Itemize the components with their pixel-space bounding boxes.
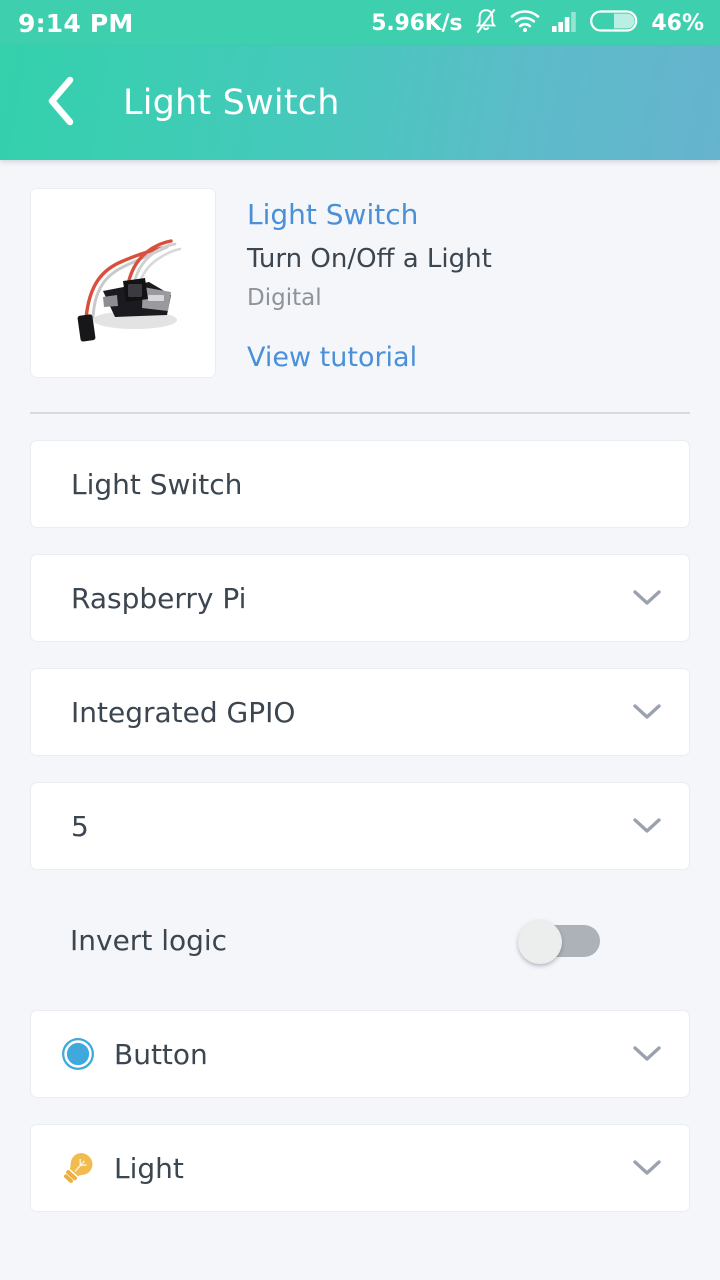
product-thumbnail — [30, 188, 216, 378]
display-icon-select[interactable]: Light — [30, 1124, 690, 1212]
product-name: Light Switch — [247, 198, 419, 231]
chevron-down-icon[interactable] — [627, 1045, 667, 1063]
pin-select[interactable]: 5 — [30, 782, 690, 870]
wifi-icon — [510, 9, 540, 37]
toggle-knob — [518, 920, 562, 964]
display-icon-value: Light — [114, 1151, 184, 1185]
status-time: 9:14 PM — [18, 8, 134, 38]
connection-select-value: Integrated GPIO — [71, 695, 296, 729]
page-content: Light Switch Turn On/Off a Light Digital… — [0, 160, 720, 1280]
button-circle-icon — [56, 1036, 100, 1072]
product-signal-type: Digital — [247, 285, 322, 312]
board-select-value: Raspberry Pi — [71, 581, 247, 615]
usb-relay-switch-module-photo — [31, 189, 215, 377]
back-button[interactable] — [32, 74, 90, 132]
view-tutorial-link[interactable]: View tutorial — [247, 342, 417, 373]
battery-icon — [590, 8, 638, 38]
device-name-value: Light Switch — [71, 467, 243, 501]
configuration-form: Light Switch Raspberry Pi Integrated GPI… — [0, 414, 720, 1212]
control-type-value: Button — [114, 1037, 208, 1071]
product-text-block: Light Switch Turn On/Off a Light Digital… — [216, 188, 690, 378]
invert-logic-row: Invert logic — [30, 896, 690, 984]
cellular-signal-icon — [551, 9, 579, 37]
lightbulb-icon — [56, 1148, 100, 1188]
page-title: Light Switch — [123, 83, 340, 123]
product-info-section: Light Switch Turn On/Off a Light Digital… — [0, 160, 720, 378]
chevron-down-icon[interactable] — [627, 703, 667, 721]
status-icons-group: 5.96K/s 46% — [371, 7, 704, 39]
status-bar: 9:14 PM 5.96K/s 46% — [0, 0, 720, 46]
network-speed-label: 5.96K/s — [371, 10, 463, 36]
chevron-down-icon[interactable] — [627, 817, 667, 835]
chevron-down-icon[interactable] — [627, 1159, 667, 1177]
board-select[interactable]: Raspberry Pi — [30, 554, 690, 642]
battery-percent-label: 46% — [651, 10, 704, 36]
control-type-select[interactable]: Button — [30, 1010, 690, 1098]
chevron-down-icon[interactable] — [627, 589, 667, 607]
notifications-muted-icon — [473, 7, 499, 39]
pin-select-value: 5 — [71, 809, 89, 843]
connection-select[interactable]: Integrated GPIO — [30, 668, 690, 756]
invert-logic-toggle[interactable] — [518, 920, 600, 964]
chevron-left-icon — [43, 76, 79, 130]
invert-logic-label: Invert logic — [70, 923, 228, 957]
app-header: Light Switch — [0, 46, 720, 160]
device-name-field[interactable]: Light Switch — [30, 440, 690, 528]
product-description: Turn On/Off a Light — [247, 243, 492, 274]
